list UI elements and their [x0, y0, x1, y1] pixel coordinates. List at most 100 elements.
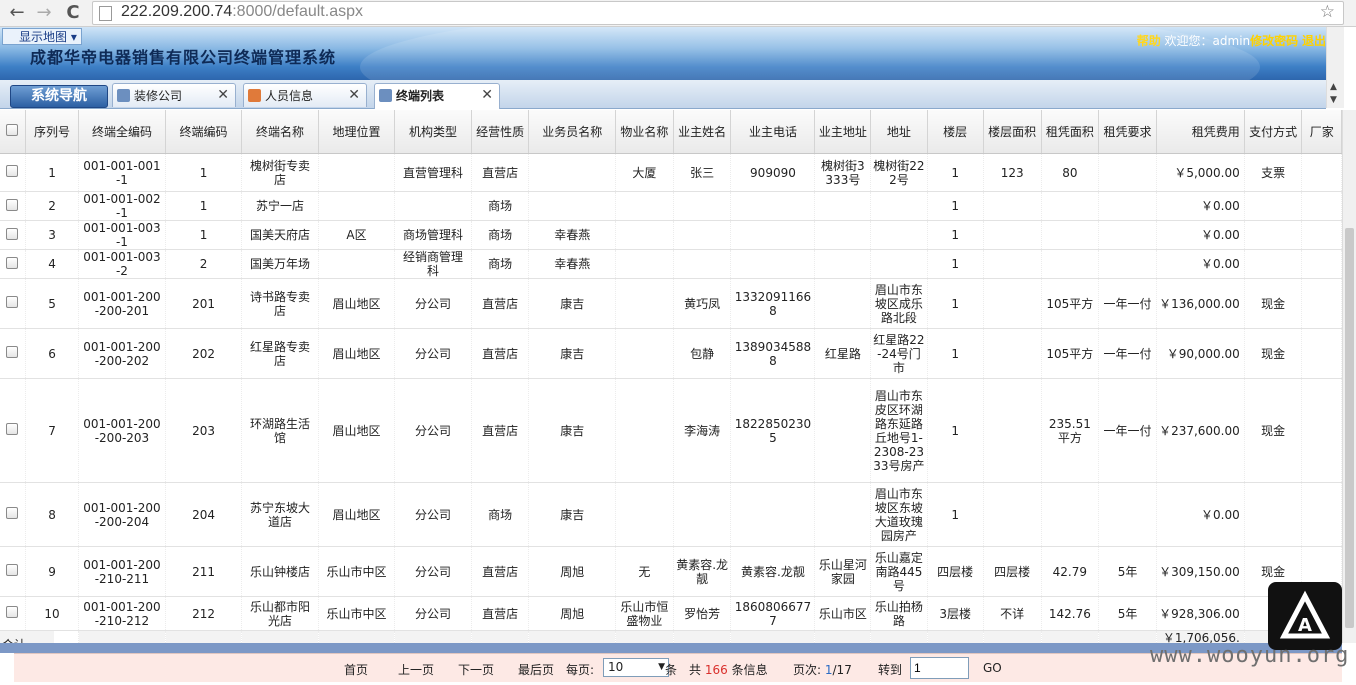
row-checkbox[interactable] — [0, 378, 26, 483]
cell-manufacturer — [1301, 278, 1342, 329]
cell-code: 203 — [165, 378, 243, 483]
help-link[interactable]: 帮助 — [1137, 34, 1161, 48]
table-row[interactable]: 7 001-001-200-200-203 203 环湖路生活馆 眉山地区 分公司 直营店康… — [0, 378, 1342, 483]
logout-link[interactable]: 退出 — [1302, 34, 1326, 48]
col-floor-area[interactable]: 楼层面积 — [983, 110, 1042, 154]
select-all-checkbox[interactable] — [0, 110, 26, 154]
bookmark-star-icon[interactable]: ☆ — [1320, 2, 1335, 22]
close-icon[interactable]: ✕ — [481, 87, 493, 103]
cell-payment — [1244, 249, 1303, 279]
row-checkbox[interactable] — [0, 153, 26, 192]
row-checkbox[interactable] — [0, 220, 26, 250]
row-checkbox[interactable] — [0, 328, 26, 379]
total-cell — [471, 630, 530, 643]
col-owner-name[interactable]: 业主姓名 — [673, 110, 732, 154]
change-password-link[interactable]: 修改密码 — [1250, 34, 1298, 48]
frame-scrollbar[interactable]: ▲ ▼ — [1326, 27, 1344, 108]
cell-owner-name: 黄巧凤 — [673, 278, 732, 329]
system-navigation-button[interactable]: 系统导航 — [10, 85, 108, 108]
col-address[interactable]: 地址 — [870, 110, 928, 154]
row-checkbox[interactable] — [0, 596, 26, 631]
scroll-up-icon[interactable]: ▲ — [1330, 82, 1337, 92]
first-page-link[interactable]: 首页 — [344, 661, 368, 678]
cell-owner-address — [814, 278, 872, 329]
col-code[interactable]: 终端编码 — [165, 110, 243, 154]
table-row[interactable]: 10 001-001-200-210-212 212 乐山都市阳光店 乐山市中区 分公司直… — [0, 596, 1342, 631]
grid-scrollbar[interactable] — [1342, 110, 1356, 643]
row-checkbox[interactable] — [0, 191, 26, 221]
close-icon[interactable]: ✕ — [217, 87, 229, 103]
cell-property — [615, 482, 674, 547]
row-checkbox[interactable] — [0, 546, 26, 597]
prev-page-link[interactable]: 上一页 — [398, 661, 434, 678]
col-org-type[interactable]: 机构类型 — [394, 110, 472, 154]
cell-owner-name — [673, 220, 732, 250]
col-location[interactable]: 地理位置 — [318, 110, 396, 154]
col-payment[interactable]: 支付方式 — [1244, 110, 1303, 154]
row-checkbox[interactable] — [0, 249, 26, 279]
show-map-dropdown[interactable]: 显示地图 ▾ — [2, 28, 82, 45]
cell-owner-phone: 13890345888 — [730, 328, 816, 379]
cell-rent-terms: 5年 — [1098, 596, 1157, 631]
cell-payment — [1244, 191, 1303, 221]
table-row[interactable]: 4 001-001-003-2 2 国美万年场 经销商管理科 商场 幸春燕 1 ￥0.00 — [0, 249, 1342, 279]
col-full-code[interactable]: 终端全编码 — [78, 110, 166, 154]
per-page-unit: 条 — [665, 663, 678, 677]
forward-arrow-icon[interactable]: → — [33, 2, 55, 24]
table-row[interactable]: 1 001-001-001-1 1 槐树街专卖店 直营管理科 直营店 大厦 张三 909090 槐… — [0, 153, 1342, 192]
tab-personnel-info[interactable]: 人员信息 ✕ — [243, 83, 367, 107]
row-checkbox[interactable] — [0, 278, 26, 329]
col-property[interactable]: 物业名称 — [615, 110, 674, 154]
table-row[interactable]: 9 001-001-200-210-211 211 乐山钟楼店 乐山市中区 分公司 直营店周… — [0, 546, 1342, 597]
col-business-type[interactable]: 经营性质 — [471, 110, 530, 154]
tab-terminal-list[interactable]: 终端列表 ✕ — [374, 83, 500, 109]
col-owner-address[interactable]: 业主地址 — [814, 110, 872, 154]
col-rent-area[interactable]: 租凭面积 — [1041, 110, 1100, 154]
col-floor[interactable]: 楼层 — [927, 110, 984, 154]
col-rent-fee[interactable]: 租凭费用 — [1156, 110, 1245, 154]
tab-decoration-company[interactable]: 装修公司 ✕ — [112, 83, 236, 107]
table-row[interactable]: 2 001-001-002-1 1 苏宁一店 商场 1 ￥0.00 — [0, 191, 1342, 221]
table-row[interactable]: 8 001-001-200-200-204 204 苏宁东坡大道店 眉山地区 分公司 商场康… — [0, 482, 1342, 547]
close-icon[interactable]: ✕ — [348, 87, 360, 103]
next-page-link[interactable]: 下一页 — [458, 661, 494, 678]
cell-owner-address — [814, 482, 872, 547]
cell-rent-terms: 一年一付 — [1098, 378, 1157, 483]
col-serial[interactable]: 序列号 — [25, 110, 80, 154]
address-bar[interactable]: 222.209.200.74:8000/default.aspx ☆ — [92, 1, 1344, 25]
cell-address — [870, 220, 928, 250]
cell-floor-area — [983, 191, 1042, 221]
go-button[interactable]: GO — [983, 661, 1002, 675]
cell-org-type: 分公司 — [394, 378, 472, 483]
header-row: 序列号 终端全编码 终端编码 终端名称 地理位置 机构类型 经营性质 业务员名称… — [0, 110, 1342, 154]
total-count: 166 — [704, 663, 728, 677]
cell-name: 乐山都市阳光店 — [241, 596, 319, 631]
cell-floor-area — [983, 249, 1042, 279]
row-checkbox[interactable] — [0, 482, 26, 547]
cell-business-type: 直营店 — [471, 278, 530, 329]
scroll-down-icon[interactable]: ▼ — [1330, 95, 1337, 105]
reload-icon[interactable]: C — [62, 2, 84, 24]
page-size-select[interactable]: 10 ▼ — [603, 658, 669, 677]
col-rent-terms[interactable]: 租凭要求 — [1098, 110, 1157, 154]
last-page-link[interactable]: 最后页 — [518, 661, 554, 678]
cell-code: 1 — [165, 153, 243, 192]
tab-bar: 系统导航 装修公司 ✕ 人员信息 ✕ 终端列表 ✕ — [0, 80, 1326, 109]
scroll-thumb[interactable] — [1345, 228, 1354, 628]
table-row[interactable]: 3 001-001-003-1 1 国美天府店 A区 商场管理科 商场 幸春燕 1 ￥0.00 — [0, 220, 1342, 250]
goto-page-input[interactable] — [910, 657, 969, 679]
table-row[interactable]: 6 001-001-200-200-202 202 红星路专卖店 眉山地区 分公司 直营店康… — [0, 328, 1342, 379]
cell-name: 国美万年场 — [241, 249, 319, 279]
col-salesperson[interactable]: 业务员名称 — [528, 110, 617, 154]
cell-salesperson: 康吉 — [528, 482, 617, 547]
terminal-table: 序列号 终端全编码 终端编码 终端名称 地理位置 机构类型 经营性质 业务员名称… — [0, 110, 1342, 643]
cell-floor: 1 — [927, 278, 984, 329]
per-page-label: 每页: — [566, 663, 595, 677]
col-name[interactable]: 终端名称 — [241, 110, 319, 154]
col-manufacturer[interactable]: 厂家 — [1301, 110, 1342, 154]
back-arrow-icon[interactable]: ← — [6, 2, 28, 24]
col-owner-phone[interactable]: 业主电话 — [730, 110, 816, 154]
cell-business-type: 直营店 — [471, 328, 530, 379]
table-row[interactable]: 5 001-001-200-200-201 201 诗书路专卖店 眉山地区 分公司 直营店康… — [0, 278, 1342, 329]
cell-manufacturer — [1301, 482, 1342, 547]
